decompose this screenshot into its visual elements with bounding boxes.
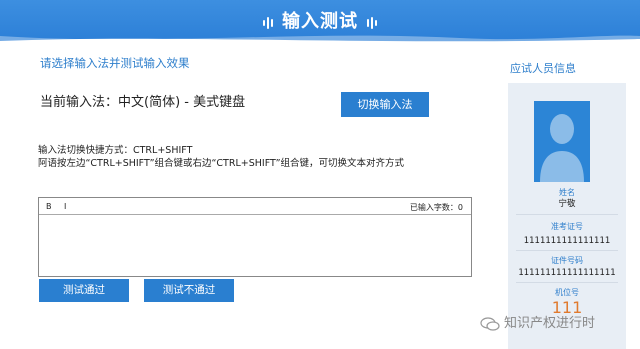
divider (516, 250, 618, 251)
bold-button[interactable]: B (46, 202, 52, 211)
editor-toolbar: B I 已输入字数：0 (39, 198, 471, 215)
admission-number-value: 1111111111111111 (523, 236, 611, 246)
wechat-icon (480, 316, 500, 331)
current-ime-label: 当前输入法：中文(简体) - 美式键盘 (40, 95, 246, 110)
id-number-label: 证件号码 (551, 256, 583, 265)
text-editor[interactable]: B I 已输入字数：0 (38, 197, 472, 277)
page-title: 输入测试 (282, 11, 358, 32)
id-number-value: 111111111111111111 (518, 268, 616, 278)
person-silhouette-icon (540, 114, 584, 182)
char-count: 已输入字数：0 (409, 203, 463, 212)
alignment-hint: 阿语按左边“CTRL+SHIFT”组合键或右边“CTRL+SHIFT”组合键，可… (38, 158, 405, 169)
admission-number-label: 准考证号 (551, 222, 583, 231)
switch-ime-button[interactable]: 切换输入法 (341, 92, 429, 117)
seat-label: 机位号 (555, 288, 579, 297)
shortcut-hint: 输入法切换快捷方式：CTRL+SHIFT (38, 145, 193, 156)
name-value: 宁敬 (558, 199, 576, 209)
divider (516, 282, 618, 283)
candidate-info-panel: 姓名 宁敬 准考证号 1111111111111111 证件号码 1111111… (508, 83, 626, 349)
instruction-text: 请选择输入法并测试输入效果 (40, 56, 190, 70)
candidate-info-title: 应试人员信息 (510, 62, 576, 75)
avatar (534, 101, 590, 182)
test-fail-button[interactable]: 测试不通过 (144, 279, 234, 302)
sound-bars-left-icon (262, 12, 274, 33)
watermark: 知识产权进行时 (480, 312, 595, 331)
watermark-text: 知识产权进行时 (504, 316, 596, 331)
test-pass-button[interactable]: 测试通过 (39, 279, 129, 302)
header-title-row: 输入测试 (0, 7, 640, 33)
sound-bars-right-icon (366, 12, 378, 33)
italic-button[interactable]: I (64, 202, 66, 211)
divider (516, 214, 618, 215)
header-bar: 输入测试 (0, 0, 640, 44)
